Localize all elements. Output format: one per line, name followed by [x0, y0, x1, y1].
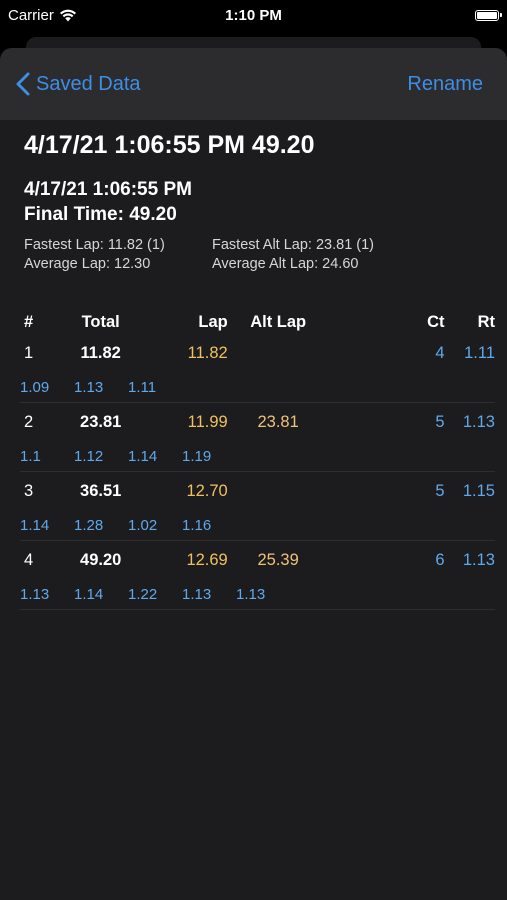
table-row: 2 23.81 11.99 23.81 5 1.13 — [20, 403, 495, 442]
split-list: 1.14 1.28 1.02 1.16 — [20, 517, 495, 534]
split-value: 1.13 — [182, 585, 212, 603]
screen: Carrier 1:10 PM Saved Data Rename 4/17/2… — [0, 0, 507, 900]
table-row-splits: 1.1 1.12 1.14 1.19 — [20, 441, 495, 472]
status-left: Carrier — [8, 7, 77, 24]
split-list: 1.13 1.14 1.22 1.13 1.13 — [20, 586, 495, 603]
split-value: 1.16 — [182, 516, 212, 534]
split-value: 1.14 — [128, 447, 158, 465]
nav-bar: Saved Data Rename — [0, 48, 507, 120]
table-row-splits: 1.14 1.28 1.02 1.16 — [20, 510, 495, 541]
split-value: 1.14 — [20, 516, 50, 534]
split-value: 1.02 — [128, 516, 158, 534]
split-value: 1.19 — [182, 447, 212, 465]
header-alt-lap: Alt Lap — [250, 312, 307, 331]
lap-number: 1 — [24, 343, 34, 362]
lap-count: 5 — [435, 481, 445, 500]
page-title: 4/17/21 1:06:55 PM 49.20 — [24, 131, 315, 159]
average-lap: Average Lap: 12.30 — [24, 256, 151, 272]
split-value: 1.14 — [74, 585, 104, 603]
split-value: 1.22 — [128, 585, 158, 603]
header-num: # — [24, 312, 34, 331]
record-datetime: 4/17/21 1:06:55 PM — [24, 179, 192, 200]
header-ct: Ct — [427, 312, 445, 331]
battery-fill — [477, 11, 497, 19]
wifi-icon — [59, 9, 76, 21]
table-row-splits: 1.13 1.14 1.22 1.13 1.13 — [20, 579, 495, 610]
header-lap: Lap — [198, 312, 228, 331]
lap-count: 4 — [435, 343, 445, 362]
table-row: 3 36.51 12.70 5 1.15 — [20, 472, 495, 511]
lap-rate: 1.15 — [462, 481, 495, 500]
stats-summary: Fastest Lap: 11.82 (1) Fastest Alt Lap: … — [24, 236, 483, 274]
back-button[interactable]: Saved Data — [16, 72, 141, 96]
lap-total: 36.51 — [80, 481, 122, 500]
lap-count: 6 — [435, 550, 445, 569]
rename-button[interactable]: Rename — [407, 73, 483, 96]
fastest-alt-lap: Fastest Alt Lap: 23.81 (1) — [212, 237, 375, 253]
table-row-splits: 1.09 1.13 1.11 — [20, 372, 495, 403]
lap-count: 5 — [435, 412, 445, 431]
alt-lap-time: 23.81 — [257, 412, 299, 431]
chevron-left-icon — [16, 72, 30, 96]
lap-time: 11.82 — [187, 343, 228, 362]
split-value: 1.13 — [74, 378, 104, 396]
lap-rate: 1.11 — [464, 343, 495, 362]
lap-total: 11.82 — [80, 343, 121, 362]
lap-number: 3 — [24, 481, 34, 500]
lap-total: 23.81 — [80, 412, 122, 431]
lap-time: 12.70 — [186, 481, 228, 500]
content: 4/17/21 1:06:55 PM 49.20 4/17/21 1:06:55… — [0, 120, 507, 610]
lap-rate: 1.13 — [462, 550, 495, 569]
alt-lap-time — [228, 334, 329, 372]
lap-number: 2 — [24, 412, 34, 431]
lap-rate: 1.13 — [462, 412, 495, 431]
table-row: 1 11.82 11.82 4 1.11 — [20, 334, 495, 372]
alt-lap-time: 25.39 — [257, 550, 299, 569]
table-header-row: # Total Lap Alt Lap Ct Rt — [20, 310, 495, 334]
header-total: Total — [81, 312, 120, 331]
detail-sheet: Saved Data Rename 4/17/21 1:06:55 PM 49.… — [0, 48, 507, 900]
table-row: 4 49.20 12.69 25.39 6 1.13 — [20, 541, 495, 580]
fastest-lap: Fastest Lap: 11.82 (1) — [24, 237, 165, 253]
lap-time: 11.99 — [187, 412, 228, 431]
back-button-label: Saved Data — [36, 72, 141, 95]
split-value: 1.09 — [20, 378, 50, 396]
alt-lap-time — [228, 472, 329, 511]
battery-icon — [475, 9, 502, 21]
lap-number: 4 — [24, 550, 34, 569]
lap-total: 49.20 — [80, 550, 122, 569]
split-list: 1.1 1.12 1.14 1.19 — [20, 448, 495, 465]
final-time: Final Time: 49.20 — [24, 204, 177, 225]
carrier-label: Carrier — [8, 6, 54, 24]
split-value: 1.11 — [128, 378, 157, 396]
split-value: 1.13 — [20, 585, 50, 603]
status-bar: Carrier 1:10 PM — [0, 0, 507, 30]
split-value: 1.13 — [236, 585, 266, 603]
header-rt: Rt — [477, 312, 495, 331]
lap-time: 12.69 — [186, 550, 228, 569]
laps-table: # Total Lap Alt Lap Ct Rt 1 11.82 11.82 — [20, 310, 495, 610]
split-list: 1.09 1.13 1.11 — [20, 379, 495, 396]
split-value: 1.12 — [74, 447, 104, 465]
split-value: 1.1 — [20, 447, 41, 465]
split-value: 1.28 — [74, 516, 104, 534]
average-alt-lap: Average Alt Lap: 24.60 — [212, 256, 359, 272]
